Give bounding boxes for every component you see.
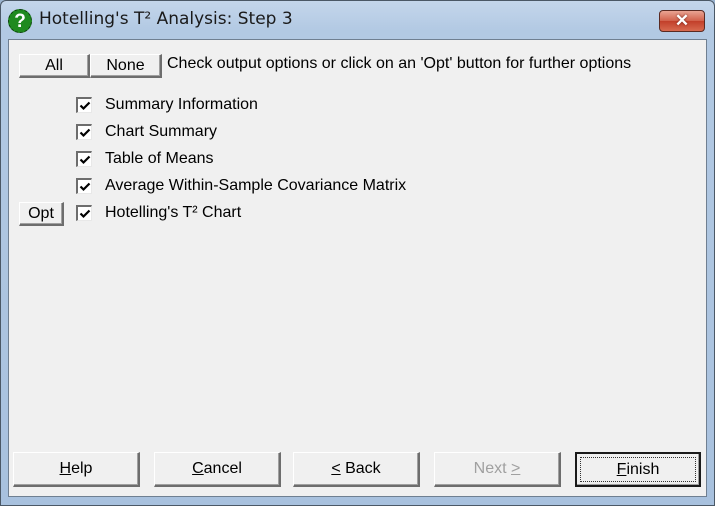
dialog-client-area: All None Check output options or click o… [8, 39, 707, 497]
option-label: Hotelling's T² Chart [105, 204, 242, 221]
title-bar[interactable]: ? Hotelling's T² Analysis: Step 3 ✕ [1, 1, 714, 39]
finish-button[interactable]: Finish [575, 452, 701, 487]
mnemonic: C [192, 460, 204, 477]
option-label: Table of Means [105, 150, 214, 167]
check-icon [79, 155, 91, 165]
label-rest: ancel [203, 460, 242, 477]
option-label: Chart Summary [105, 123, 218, 140]
mnemonic: < [331, 460, 341, 477]
checkbox[interactable] [76, 97, 92, 113]
next-button[interactable]: Next > [434, 452, 561, 487]
instruction-text: Check output options or click on an 'Opt… [167, 55, 632, 72]
label-prefix: Next [473, 460, 511, 477]
close-button[interactable]: ✕ [659, 10, 705, 32]
option-label: Summary Information [105, 96, 258, 113]
checkbox[interactable] [76, 205, 92, 221]
help-question-icon: ? [8, 9, 32, 33]
dialog-window: ? Hotelling's T² Analysis: Step 3 ✕ All … [0, 0, 715, 506]
check-icon [79, 128, 91, 138]
cancel-button[interactable]: Cancel [154, 452, 281, 487]
check-icon [79, 182, 91, 192]
check-icon [79, 209, 91, 219]
option-label: Average Within-Sample Covariance Matrix [105, 177, 407, 194]
check-icon [79, 101, 91, 111]
focus-rect [580, 457, 696, 482]
checkbox[interactable] [76, 124, 92, 140]
help-button[interactable]: Help [13, 452, 140, 487]
all-button[interactable]: All [19, 54, 90, 78]
checkbox[interactable] [76, 178, 92, 194]
mnemonic: H [59, 460, 72, 477]
checkbox[interactable] [76, 151, 92, 167]
window-title: Hotelling's T² Analysis: Step 3 [39, 9, 293, 29]
opt-button[interactable]: Opt [19, 202, 64, 226]
label-rest: elp [71, 460, 93, 477]
mnemonic: > [511, 460, 521, 477]
label-rest: Back [340, 460, 381, 477]
none-button[interactable]: None [90, 54, 162, 78]
close-icon: ✕ [674, 11, 690, 30]
back-button[interactable]: < Back [293, 452, 420, 487]
